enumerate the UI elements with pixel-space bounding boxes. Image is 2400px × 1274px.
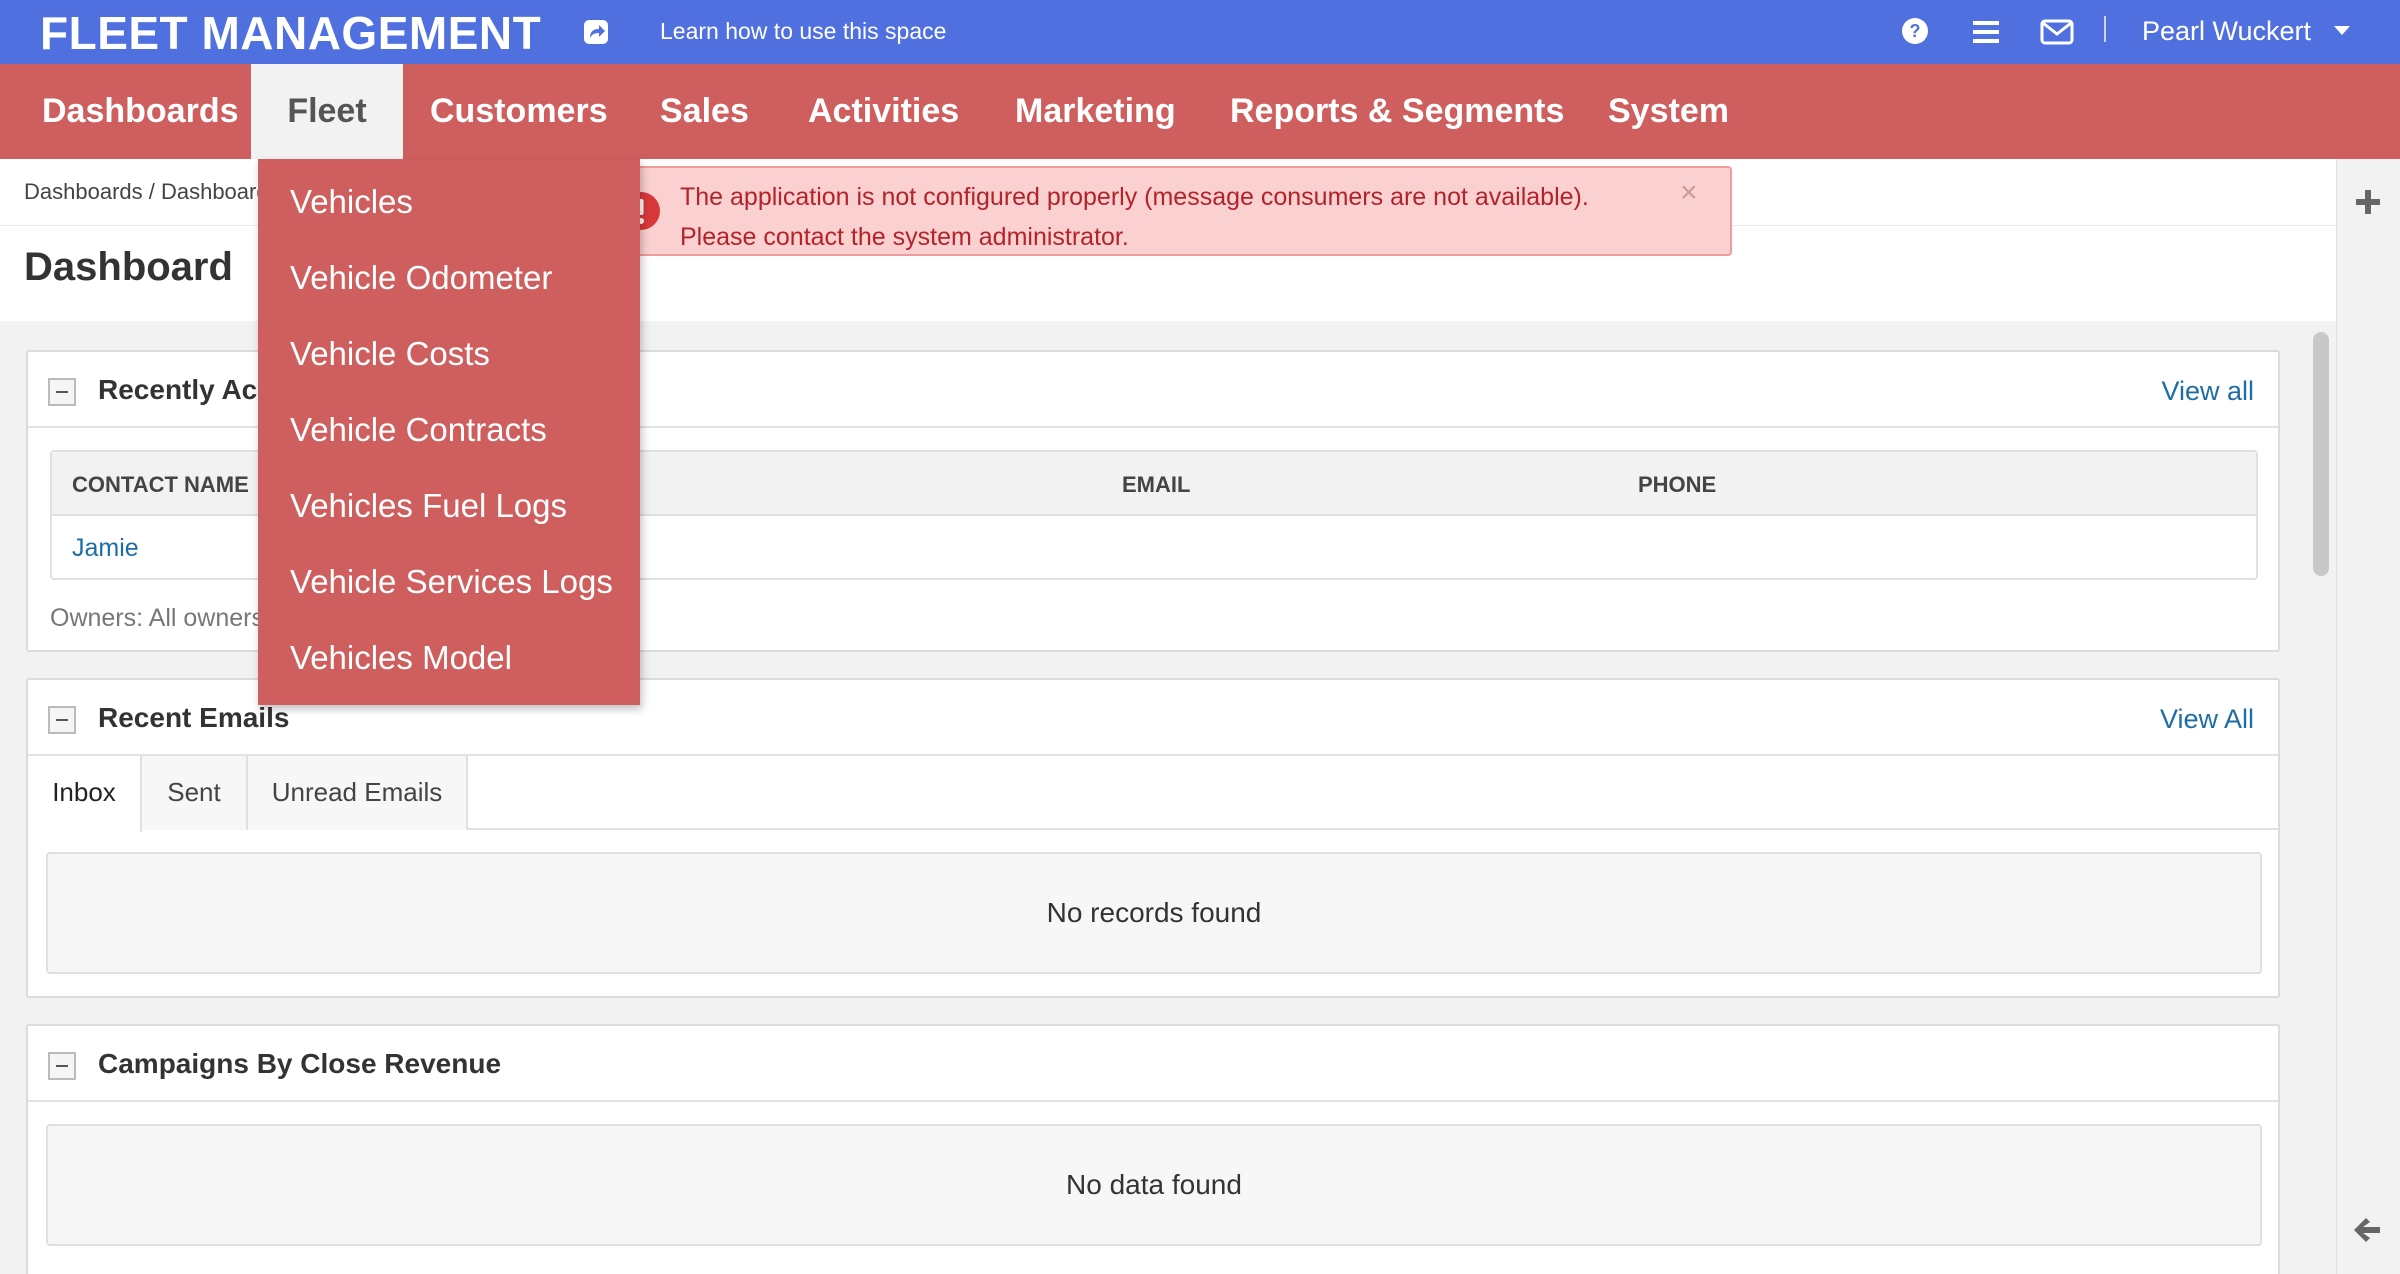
user-menu[interactable]: Pearl Wuckert (2142, 16, 2311, 47)
fleet-dropdown-menu: Vehicles Vehicle Odometer Vehicle Costs … (258, 159, 640, 705)
nav-dashboards[interactable]: Dashboards (42, 64, 239, 159)
alert-line-2: Please contact the system administrator. (680, 223, 1129, 251)
collapse-button[interactable] (48, 706, 76, 734)
nav-system[interactable]: System (1608, 64, 1729, 159)
nav-customers[interactable]: Customers (430, 64, 608, 159)
widget-title: Campaigns By Close Revenue (98, 1048, 502, 1079)
menu-item-vehicles-model[interactable]: Vehicles Model (290, 639, 512, 677)
alert-line-1: The application is not configured proper… (680, 183, 1589, 211)
column-header-contact-name[interactable]: CONTACT NAME (72, 472, 249, 498)
widget-header: Campaigns By Close Revenue (28, 1026, 2278, 1102)
scrollbar-thumb[interactable] (2313, 332, 2329, 576)
empty-state: No data found (46, 1124, 2262, 1246)
menu-item-vehicle-services-logs[interactable]: Vehicle Services Logs (290, 563, 613, 601)
contact-name-link[interactable]: Jamie (72, 534, 139, 563)
close-icon[interactable]: × (1680, 176, 1698, 210)
user-separator (2104, 16, 2106, 42)
menu-item-vehicles[interactable]: Vehicles (290, 183, 413, 221)
arrow-left-icon[interactable] (2350, 1214, 2384, 1246)
page-title: Dashboard (24, 245, 233, 289)
column-header-phone[interactable]: PHONE (1638, 472, 1716, 498)
view-all-link[interactable]: View all (2161, 376, 2254, 407)
collapse-button[interactable] (48, 1052, 76, 1080)
tab-sent[interactable]: Sent (142, 756, 248, 830)
view-all-link[interactable]: View All (2160, 704, 2254, 735)
plus-icon[interactable] (2352, 186, 2384, 218)
breadcrumb[interactable]: Dashboards / Dashboard (24, 179, 269, 205)
column-header-email[interactable]: EMAIL (1122, 472, 1190, 498)
recent-emails-widget: Recent Emails View All Inbox Sent Unread… (26, 678, 2280, 998)
tab-unread-emails[interactable]: Unread Emails (248, 756, 468, 830)
share-icon[interactable] (582, 18, 610, 46)
menu-item-vehicle-contracts[interactable]: Vehicle Contracts (290, 411, 547, 449)
menu-item-vehicle-odometer[interactable]: Vehicle Odometer (290, 259, 552, 297)
nav-marketing[interactable]: Marketing (1015, 64, 1176, 159)
widget-title: Recent Emails (98, 702, 290, 733)
menu-item-vehicles-fuel-logs[interactable]: Vehicles Fuel Logs (290, 487, 567, 525)
menu-icon[interactable] (1971, 18, 2001, 46)
svg-text:?: ? (1910, 21, 1921, 41)
chevron-down-icon[interactable] (2334, 26, 2350, 35)
collapse-button[interactable] (48, 378, 76, 406)
menu-item-vehicle-costs[interactable]: Vehicle Costs (290, 335, 490, 373)
app-title[interactable]: FLEET MANAGEMENT (40, 6, 541, 60)
nav-reports-segments[interactable]: Reports & Segments (1230, 64, 1564, 159)
help-icon[interactable]: ? (1900, 16, 1930, 46)
right-sidebar (2336, 159, 2400, 1274)
nav-sales[interactable]: Sales (660, 64, 749, 159)
nav-fleet[interactable]: Fleet (251, 64, 403, 159)
mail-icon[interactable] (2040, 18, 2074, 46)
top-bar: FLEET MANAGEMENT Learn how to use this s… (0, 0, 2400, 64)
main-nav: Dashboards Fleet Customers Sales Activit… (0, 64, 2400, 159)
empty-state: No records found (46, 852, 2262, 974)
email-tabs: Inbox Sent Unread Emails (28, 756, 2278, 832)
nav-activities[interactable]: Activities (808, 64, 959, 159)
learn-link[interactable]: Learn how to use this space (660, 18, 946, 45)
campaigns-widget: Campaigns By Close Revenue No data found (26, 1024, 2280, 1274)
owners-filter-note: Owners: All owners (50, 604, 264, 632)
alert-message: The application is not configured proper… (680, 177, 1670, 257)
tab-inbox[interactable]: Inbox (28, 756, 142, 832)
